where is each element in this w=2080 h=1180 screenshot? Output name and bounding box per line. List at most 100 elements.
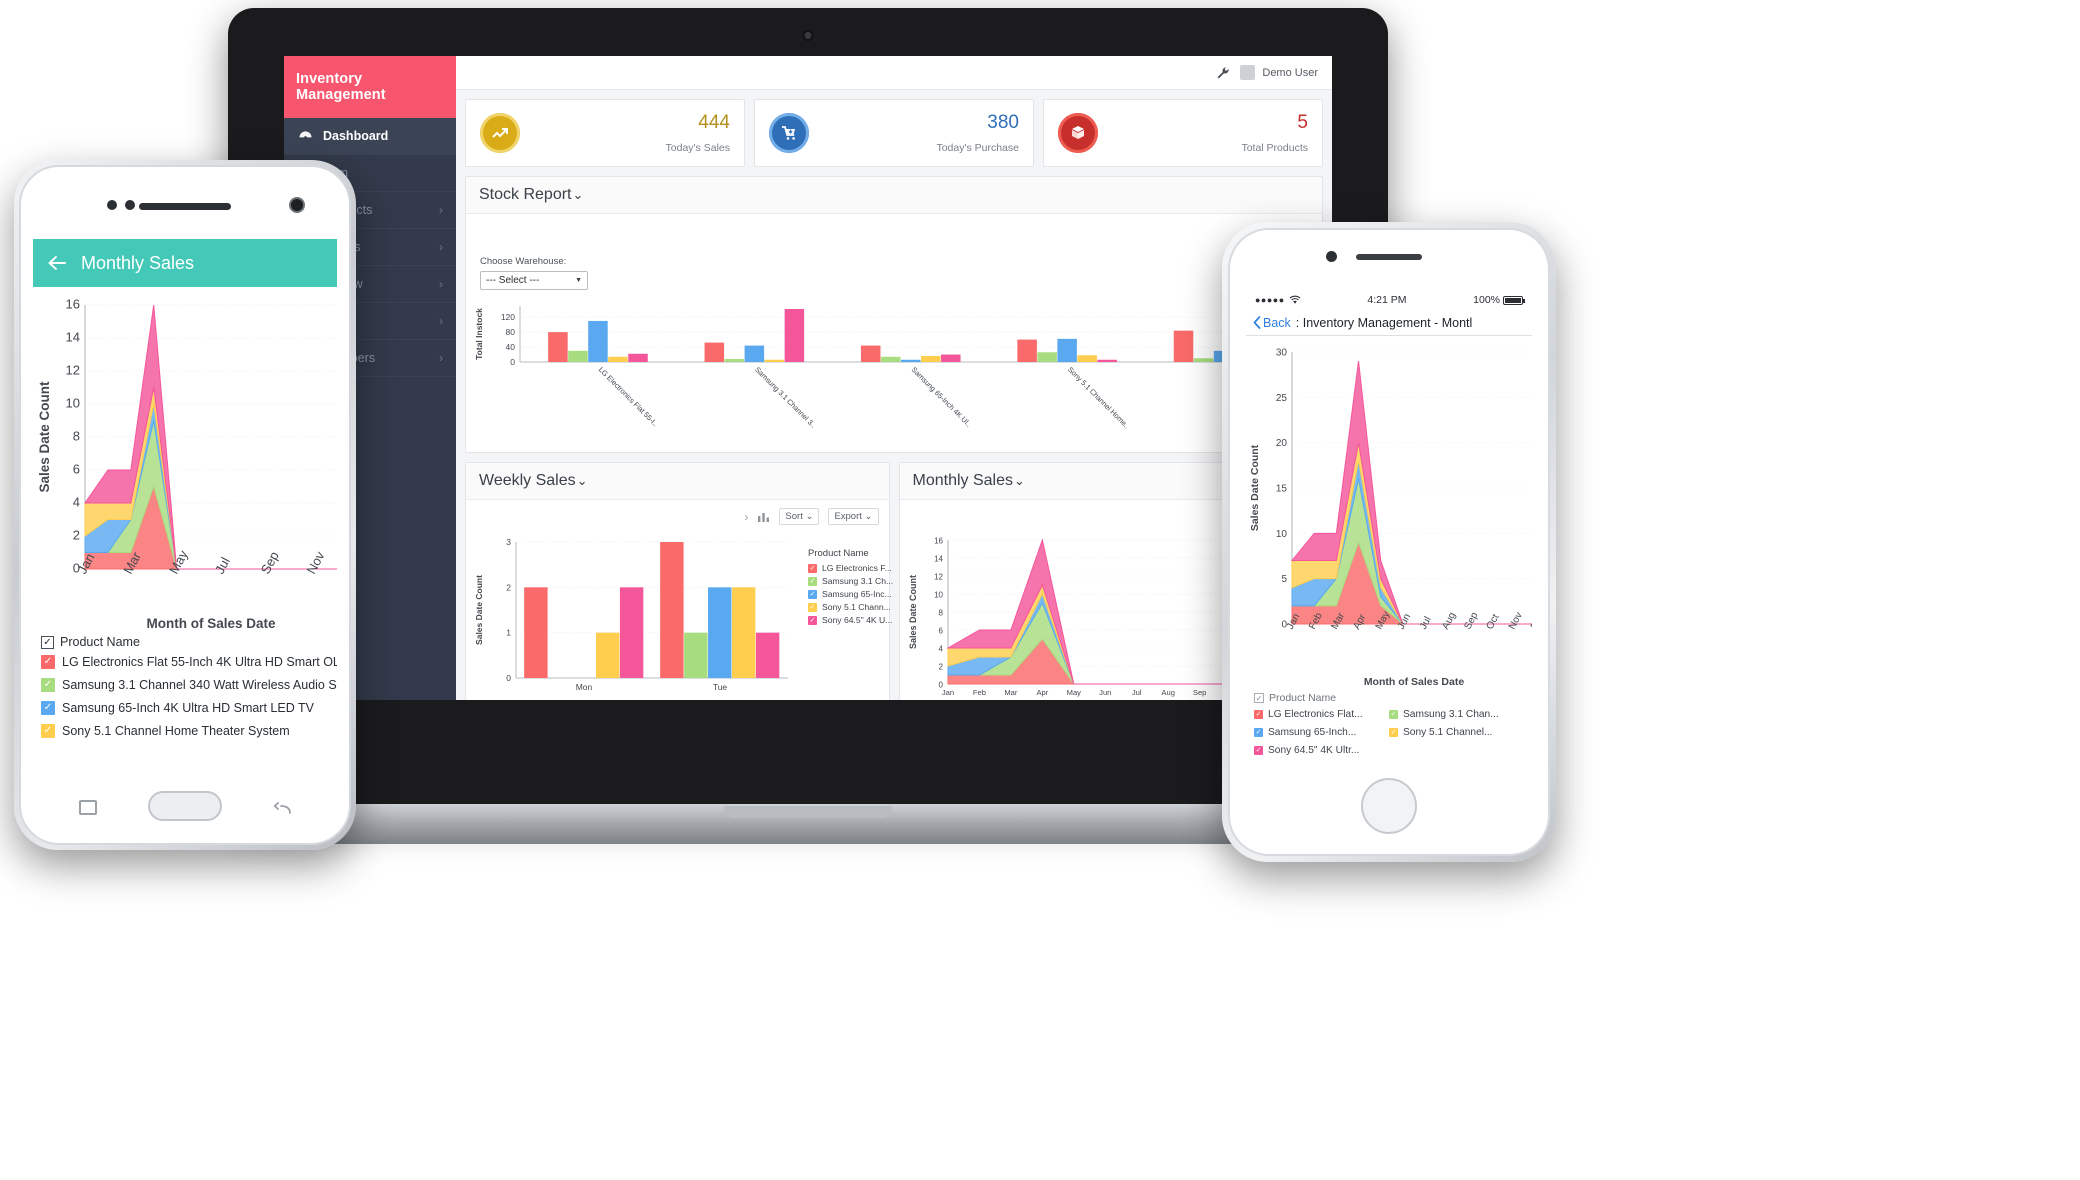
android-screen: Monthly Sales 0 2 4 6 8 10 12 14 16 Jan Mar May Jul S… (33, 239, 337, 745)
kpi-row: 444 Today's Sales 380 Today's Purchase 5… (465, 99, 1323, 167)
status-left: ●●●●● (1255, 295, 1301, 305)
kpi-value: 380 (987, 111, 1019, 133)
android-home-button[interactable] (148, 791, 222, 821)
chevron-right-icon: › (439, 314, 443, 328)
user-chip[interactable]: Demo User (1240, 65, 1318, 80)
sidebar-item-dashboard[interactable]: Dashboard (284, 118, 456, 155)
legend-item[interactable]: Sony 5.1 Channel Home Theater System (41, 724, 329, 738)
legend-label: Samsung 3.1 Ch... (822, 576, 894, 586)
legend-swatch[interactable] (808, 602, 817, 612)
legend-item[interactable]: Samsung 65-Inch 4K Ultra HD Smart LED TV (41, 701, 329, 715)
legend-checkbox[interactable]: ✓ (41, 635, 54, 649)
android-back-button[interactable] (274, 799, 293, 816)
svg-text:Sony 5.1 Channel Home..: Sony 5.1 Channel Home.. (1066, 365, 1131, 430)
svg-text:16: 16 (66, 297, 80, 312)
legend-swatch[interactable] (808, 589, 817, 599)
legend-item[interactable]: Sony 5.1 Chann... (808, 602, 893, 612)
legend-item[interactable]: LG Electronics F... (808, 563, 893, 573)
legend-checkbox[interactable]: ✓ (1254, 693, 1264, 703)
iphone-home-button[interactable] (1361, 778, 1417, 834)
stock-report-chart: 0 40 80 120 LG Electronics Flat 55-I.. Samsun… (474, 306, 1302, 431)
next-arrow-icon[interactable]: › (744, 510, 748, 524)
svg-text:4: 4 (938, 645, 943, 654)
warehouse-select[interactable]: --- Select --- ▼ (480, 271, 588, 290)
legend-swatch[interactable] (1254, 728, 1263, 737)
legend-label: Samsung 65-Inc... (822, 589, 892, 599)
legend-swatch[interactable] (41, 724, 55, 738)
front-camera-icon (1326, 251, 1337, 262)
legend-label: LG Electronics Flat... (1268, 709, 1363, 720)
legend-swatch[interactable] (1254, 710, 1263, 719)
legend-item[interactable]: Samsung 3.1 Channel 340 Watt Wireless Au… (41, 678, 337, 692)
stock-report-header[interactable]: Stock Report⌄ (466, 177, 1322, 214)
chevron-down-icon: ▼ (575, 277, 582, 284)
legend-swatch[interactable] (1389, 728, 1398, 737)
legend-swatch[interactable] (1389, 710, 1398, 719)
chevron-down-icon[interactable]: ⌄ (1014, 473, 1025, 488)
legend-item[interactable]: Sony 5.1 Channel... (1389, 727, 1524, 738)
svg-text:1: 1 (506, 628, 511, 638)
kpi-card-total-products[interactable]: 5 Total Products (1043, 99, 1323, 167)
legend-swatch[interactable] (41, 701, 55, 715)
legend-swatch[interactable] (808, 563, 817, 573)
battery-indicator: 100% (1473, 294, 1525, 306)
svg-text:4: 4 (73, 495, 80, 510)
legend-item[interactable]: Sony 64.5" 4K U... (808, 615, 893, 625)
legend-item[interactable]: Samsung 3.1 Ch... (808, 576, 893, 586)
svg-text:Jul: Jul (1131, 688, 1141, 697)
kpi-card-todays-purchase[interactable]: 380 Today's Purchase (754, 99, 1034, 167)
sensor-dot-icon (125, 200, 135, 210)
legend-item[interactable]: LG Electronics Flat... (1254, 709, 1389, 720)
user-name: Demo User (1262, 66, 1318, 79)
back-button[interactable]: Back (1253, 316, 1291, 330)
kpi-text: 5 Total Products (1241, 113, 1308, 154)
android-sensors (21, 195, 349, 215)
legend-item[interactable]: Samsung 65-Inc... (808, 589, 893, 599)
svg-text:Sep: Sep (1192, 688, 1206, 697)
sort-button[interactable]: Sort ⌄ (779, 508, 820, 525)
legend-swatch[interactable] (808, 576, 817, 586)
svg-text:Sep: Sep (258, 549, 282, 576)
laptop-screen: Inventory Management Dashboard › › › › ›… (284, 56, 1332, 700)
svg-text:16: 16 (934, 537, 943, 546)
svg-text:10: 10 (934, 591, 943, 600)
avatar (1240, 65, 1256, 80)
weekly-sales-chart: 0123Mon TueSales Date CountWeekDay of Sal… (474, 537, 788, 692)
svg-text:2: 2 (938, 663, 943, 672)
laptop-camera-icon (802, 30, 814, 41)
weekly-sales-header[interactable]: Weekly Sales⌄ (466, 463, 889, 500)
svg-text:Mar: Mar (1004, 688, 1018, 697)
legend-swatch[interactable] (41, 678, 55, 692)
legend-item[interactable]: Sony 64.5" 4K Ultr... (1254, 745, 1389, 756)
front-camera-icon (289, 197, 305, 213)
chevron-down-icon[interactable]: ⌄ (572, 187, 583, 202)
legend-swatch[interactable] (808, 615, 817, 625)
status-time: 4:21 PM (1367, 294, 1407, 306)
legend-swatch[interactable] (41, 655, 55, 669)
legend-label: Samsung 65-Inch... (1268, 727, 1357, 738)
back-arrow-icon[interactable] (47, 254, 67, 272)
kpi-card-todays-sales[interactable]: 444 Today's Sales (465, 99, 745, 167)
legend-label: LG Electronics F... (822, 563, 892, 573)
legend-item[interactable]: Samsung 3.1 Chan... (1389, 709, 1524, 720)
legend-item[interactable]: LG Electronics Flat 55-Inch 4K Ultra HD … (41, 655, 337, 669)
legend-item[interactable]: Samsung 65-Inch... (1254, 727, 1389, 738)
inventory-app: Inventory Management Dashboard › › › › ›… (284, 56, 1332, 700)
earpiece-speaker (1356, 254, 1422, 260)
export-button[interactable]: Export ⌄ (828, 508, 879, 525)
app-brand-title: Inventory Management (284, 56, 456, 118)
stock-report-title: Stock Report (479, 186, 572, 203)
android-recents-button[interactable] (79, 800, 97, 815)
svg-text:Tue: Tue (713, 682, 728, 692)
svg-text:0: 0 (506, 673, 511, 683)
svg-text:Sales Date Count: Sales Date Count (37, 381, 52, 493)
kpi-text: 380 Today's Purchase (936, 113, 1019, 154)
chevron-down-icon[interactable]: ⌄ (577, 473, 588, 488)
svg-text:15: 15 (1276, 484, 1288, 495)
bar-chart-icon[interactable] (757, 511, 770, 523)
legend-swatch[interactable] (1254, 746, 1263, 755)
svg-text:Nov: Nov (1507, 611, 1525, 632)
wrench-icon[interactable] (1216, 66, 1230, 80)
chevron-right-icon: › (439, 203, 443, 217)
sensor-dot-icon (107, 200, 117, 210)
